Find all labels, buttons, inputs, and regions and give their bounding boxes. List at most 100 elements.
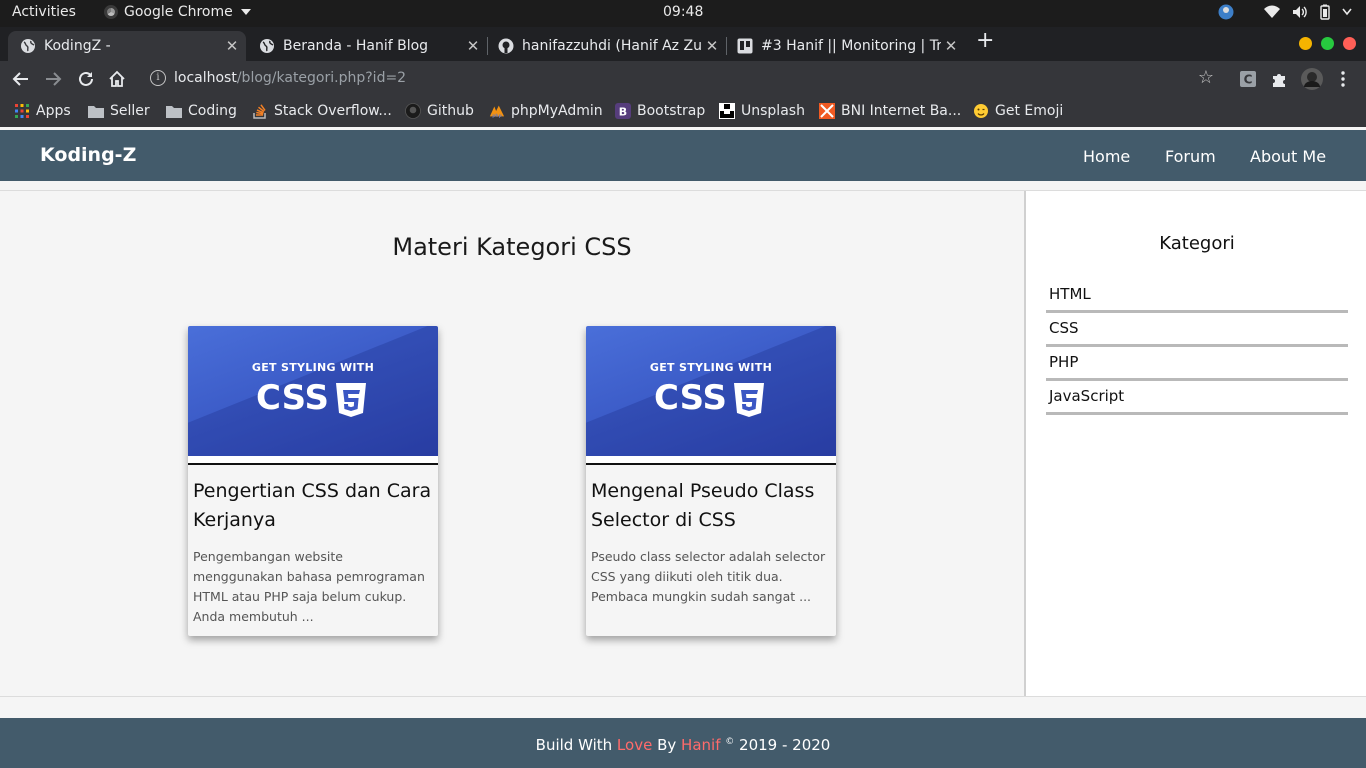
bookmark-seller[interactable]: Seller	[88, 103, 150, 119]
tab-title: hanifazzuhdi (Hanif Az Zuhdi)	[522, 38, 702, 54]
app-name: Google Chrome	[124, 4, 233, 20]
info-icon[interactable]: i	[150, 70, 166, 86]
footer-author-link[interactable]: Hanif	[681, 736, 720, 754]
article-excerpt: Pseudo class selector adalah selector CS…	[591, 549, 826, 604]
address-bar[interactable]: i localhost/blog/kategori.php?id=2 ☆	[140, 65, 1230, 93]
extensions-puzzle-icon[interactable]	[1271, 71, 1288, 88]
chrome-icon	[104, 5, 118, 19]
forward-icon[interactable]	[44, 70, 62, 88]
category-sidebar: Kategori HTML CSS PHP JavaScript	[1024, 191, 1366, 696]
clock[interactable]: 09:48	[663, 4, 703, 20]
profile-avatar[interactable]	[1301, 68, 1323, 90]
maximize-button[interactable]	[1321, 37, 1334, 50]
github-icon	[405, 103, 421, 119]
bookmark-apps[interactable]: Apps	[14, 103, 71, 119]
svg-text:B: B	[619, 106, 627, 119]
footer-love: Love	[616, 736, 653, 754]
phpmyadmin-icon: php	[489, 105, 505, 119]
chevron-down-icon	[240, 9, 251, 15]
page-title: Materi Kategori CSS	[392, 233, 632, 261]
category-php[interactable]: PHP	[1046, 349, 1348, 381]
new-tab-button[interactable]: +	[976, 28, 994, 53]
site-navbar: Koding-Z Home Forum About Me	[0, 130, 1366, 181]
back-icon[interactable]	[12, 70, 30, 88]
bookmark-star-icon[interactable]: ☆	[1198, 67, 1214, 88]
wifi-icon	[1264, 5, 1280, 18]
main-content: Materi Kategori CSS GET STYLING WITH CSS…	[0, 191, 1024, 696]
bookmarks-bar: Apps Seller Coding Stack Overflow... Git…	[0, 97, 1366, 127]
close-icon[interactable]: ✕	[222, 37, 242, 55]
bookmark-unsplash[interactable]: Unsplash	[719, 103, 805, 119]
home-icon[interactable]	[108, 70, 126, 88]
more-menu-icon[interactable]	[1340, 71, 1346, 87]
extension-c-icon[interactable]: C	[1240, 71, 1256, 87]
app-menu[interactable]: Google Chrome	[104, 4, 251, 20]
bni-icon	[819, 103, 835, 119]
bookmark-stackoverflow[interactable]: Stack Overflow...	[252, 103, 392, 119]
globe-icon	[259, 38, 275, 54]
emoji-icon	[974, 104, 988, 118]
tab-github[interactable]: hanifazzuhdi (Hanif Az Zuhdi) ✕	[486, 31, 726, 61]
bookmark-get-emoji[interactable]: Get Emoji	[973, 103, 1063, 119]
css3-shield-icon	[336, 383, 366, 417]
volume-icon	[1293, 6, 1307, 18]
url-text: localhost/blog/kategori.php?id=2	[174, 70, 407, 86]
bookmark-phpmyadmin[interactable]: php phpMyAdmin	[489, 103, 603, 119]
svg-text:C: C	[1244, 73, 1253, 87]
battery-icon	[1320, 4, 1330, 20]
close-window-button[interactable]	[1343, 37, 1356, 50]
site-brand[interactable]: Koding-Z	[40, 144, 136, 166]
footer-by: By	[657, 736, 677, 754]
footer-years: 2019 - 2020	[739, 736, 831, 754]
category-css[interactable]: CSS	[1046, 315, 1348, 347]
minimize-button[interactable]	[1299, 37, 1312, 50]
sidebar-title: Kategori	[1159, 233, 1235, 254]
bookmark-github[interactable]: Github	[405, 103, 474, 119]
tab-beranda[interactable]: Beranda - Hanif Blog ✕	[247, 31, 487, 61]
close-icon[interactable]: ✕	[463, 37, 483, 55]
tab-title: Beranda - Hanif Blog	[283, 38, 429, 54]
globe-icon	[20, 38, 36, 54]
site-footer: Build With Love By Hanif © 2019 - 2020	[0, 718, 1366, 768]
apps-grid-icon	[15, 104, 29, 118]
tab-title: KodingZ -	[44, 38, 111, 54]
article-card[interactable]: GET STYLING WITH CSS Mengenal Pseudo Cla…	[586, 326, 836, 636]
activities-button[interactable]: Activities	[12, 4, 76, 20]
article-thumbnail[interactable]: GET STYLING WITH CSS	[188, 326, 438, 456]
close-icon[interactable]: ✕	[702, 37, 722, 55]
tab-title: #3 Hanif || Monitoring | Trello	[761, 38, 941, 54]
system-tray[interactable]	[1218, 4, 1352, 20]
reload-icon[interactable]	[77, 70, 95, 88]
chevron-down-icon	[1342, 8, 1352, 16]
tab-strip: KodingZ - ✕ Beranda - Hanif Blog ✕ hanif…	[0, 27, 1366, 61]
article-title[interactable]: Pengertian CSS dan Cara Kerjanya	[188, 465, 438, 535]
trello-icon	[737, 38, 753, 54]
browser-toolbar: i localhost/blog/kategori.php?id=2 ☆ C	[0, 61, 1366, 97]
folder-icon	[166, 106, 182, 118]
category-html[interactable]: HTML	[1046, 281, 1348, 313]
stackoverflow-icon	[253, 104, 266, 119]
css3-shield-icon	[734, 383, 764, 417]
article-card[interactable]: GET STYLING WITH CSS Pengertian CSS dan …	[188, 326, 438, 636]
article-thumbnail[interactable]: GET STYLING WITH CSS	[586, 326, 836, 456]
svg-text:php: php	[492, 113, 502, 119]
tab-kodingz[interactable]: KodingZ - ✕	[8, 31, 246, 61]
os-top-bar: Activities Google Chrome 09:48	[0, 0, 1366, 27]
nav-home[interactable]: Home	[1083, 147, 1130, 166]
tab-trello[interactable]: #3 Hanif || Monitoring | Trello ✕	[725, 31, 965, 61]
unsplash-icon	[719, 103, 735, 119]
article-title[interactable]: Mengenal Pseudo Class Selector di CSS	[586, 465, 836, 535]
github-icon	[498, 38, 514, 54]
copyright-symbol: ©	[725, 737, 735, 747]
divider	[0, 696, 1366, 697]
card-divider	[188, 456, 438, 465]
folder-icon	[88, 106, 104, 118]
bookmark-bni[interactable]: BNI Internet Ba...	[819, 103, 961, 119]
nav-about-me[interactable]: About Me	[1250, 147, 1326, 166]
bookmark-coding[interactable]: Coding	[166, 103, 237, 119]
category-javascript[interactable]: JavaScript	[1046, 383, 1348, 415]
bookmark-bootstrap[interactable]: B Bootstrap	[615, 103, 705, 119]
article-excerpt: Pengembangan website menggunakan bahasa …	[193, 549, 425, 624]
nav-forum[interactable]: Forum	[1165, 147, 1216, 166]
close-icon[interactable]: ✕	[941, 37, 961, 55]
